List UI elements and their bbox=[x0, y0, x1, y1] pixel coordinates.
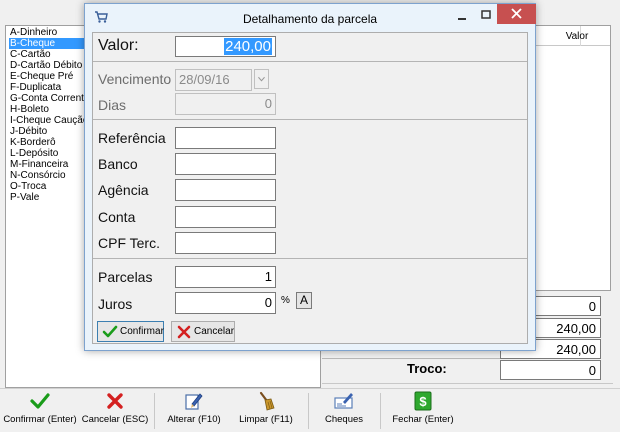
installments-grid[interactable]: Valor bbox=[523, 25, 611, 291]
vencimento-label: Vencimento bbox=[98, 71, 172, 87]
agencia-input[interactable] bbox=[175, 179, 276, 201]
installment-detail-dialog: Detalhamento da parcela Valor: 240,00 Ve… bbox=[84, 3, 536, 351]
alter-button-label: Alterar (F10) bbox=[167, 414, 221, 425]
cancel-button[interactable]: Cancelar (ESC) bbox=[80, 391, 150, 431]
cross-icon bbox=[107, 393, 123, 409]
toolbar-separator bbox=[308, 393, 309, 429]
date-picker-dropdown-icon[interactable] bbox=[254, 69, 269, 89]
clear-button-label: Limpar (F11) bbox=[239, 414, 293, 425]
checkmark-icon bbox=[30, 393, 50, 409]
banco-input[interactable] bbox=[175, 153, 276, 175]
banco-label: Banco bbox=[98, 156, 138, 172]
cross-icon bbox=[177, 325, 191, 339]
dialog-titlebar[interactable]: Detalhamento da parcela bbox=[85, 4, 536, 31]
grid-header: Valor bbox=[524, 26, 610, 46]
juros-mode-button[interactable]: A bbox=[296, 292, 312, 309]
percent-sign: % bbox=[281, 295, 290, 306]
edit-pencil-icon bbox=[185, 393, 203, 410]
dialog-cancel-label: Cancelar bbox=[194, 326, 235, 337]
cancel-button-label: Cancelar (ESC) bbox=[81, 414, 149, 425]
svg-text:$: $ bbox=[419, 394, 427, 409]
dialog-cancel-button[interactable]: Cancelar bbox=[171, 321, 235, 342]
form-divider bbox=[93, 258, 527, 259]
agencia-label: Agência bbox=[98, 182, 149, 198]
valor-label: Valor: bbox=[98, 37, 139, 54]
conta-input[interactable] bbox=[175, 206, 276, 228]
valor-input[interactable]: 240,00 bbox=[175, 36, 276, 57]
lower-divider bbox=[322, 383, 613, 384]
valor-value: 240,00 bbox=[224, 38, 272, 55]
close-dialog-button-label: Fechar (Enter) bbox=[392, 414, 454, 425]
form-divider bbox=[93, 61, 527, 62]
close-icon[interactable] bbox=[497, 4, 536, 24]
money-icon: $ bbox=[414, 391, 432, 411]
minimize-icon[interactable] bbox=[449, 7, 475, 25]
broom-icon bbox=[259, 391, 275, 411]
dias-label: Dias bbox=[98, 97, 127, 113]
parcelas-label: Parcelas bbox=[98, 269, 153, 285]
dialog-form: Valor: 240,00 Vencimento 28/09/16 Dias 0… bbox=[92, 32, 528, 344]
dias-input[interactable]: 0 bbox=[175, 93, 276, 115]
referencia-label: Referência bbox=[98, 130, 166, 146]
cpf-input[interactable] bbox=[175, 232, 276, 254]
close-dialog-button[interactable]: $ Fechar (Enter) bbox=[386, 391, 460, 431]
cpf-label: CPF Terc. bbox=[98, 235, 160, 251]
confirm-button[interactable]: Confirmar (Enter) bbox=[2, 391, 78, 431]
checks-button[interactable]: Cheques bbox=[318, 391, 370, 431]
dialog-confirm-button[interactable]: Confirmar bbox=[97, 321, 164, 342]
toolbar-separator bbox=[154, 393, 155, 429]
bottom-toolbar: Confirmar (Enter) Cancelar (ESC) Alterar… bbox=[0, 388, 620, 432]
dialog-confirm-label: Confirmar bbox=[120, 326, 164, 337]
check-document-icon bbox=[334, 393, 353, 409]
clear-button[interactable]: Limpar (F11) bbox=[234, 391, 298, 431]
checkmark-icon bbox=[102, 325, 118, 338]
payment-method-item[interactable]: B-Cheque bbox=[9, 38, 85, 49]
referencia-input[interactable] bbox=[175, 127, 276, 149]
toolbar-separator bbox=[380, 393, 381, 429]
alter-button[interactable]: Alterar (F10) bbox=[162, 391, 226, 431]
confirm-button-label: Confirmar (Enter) bbox=[3, 414, 77, 425]
checks-button-label: Cheques bbox=[324, 414, 364, 425]
form-divider bbox=[93, 119, 527, 120]
conta-label: Conta bbox=[98, 209, 136, 225]
troco-label: Troco: bbox=[407, 361, 447, 376]
juros-label: Juros bbox=[98, 296, 133, 312]
juros-input[interactable]: 0 bbox=[175, 292, 276, 314]
vencimento-input[interactable]: 28/09/16 bbox=[175, 69, 252, 91]
parcelas-input[interactable]: 1 bbox=[175, 266, 276, 288]
troco-field: 0 bbox=[500, 360, 601, 380]
grid-column-header-valor[interactable]: Valor bbox=[544, 31, 610, 42]
